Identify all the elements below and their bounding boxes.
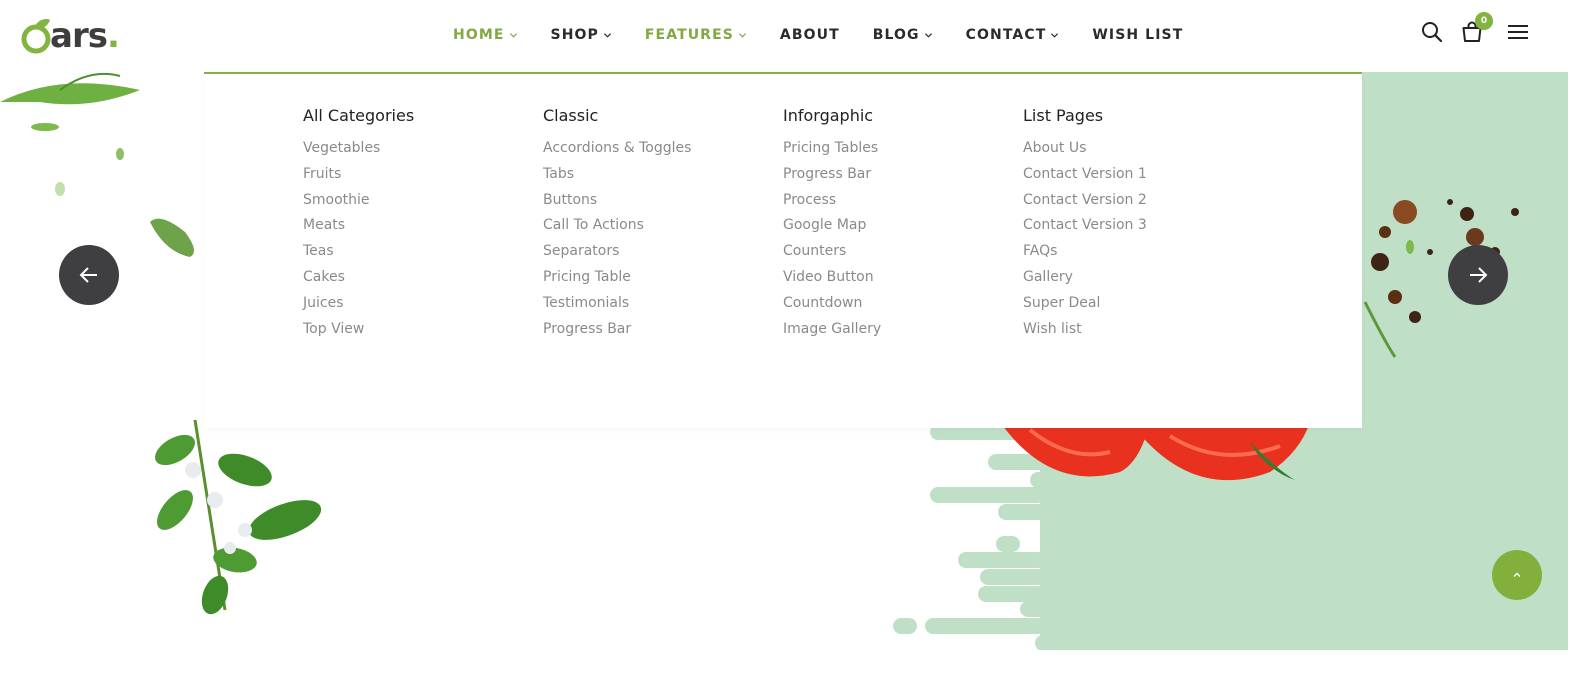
- chevron-down-icon: [603, 32, 611, 38]
- search-icon[interactable]: [1420, 20, 1444, 44]
- nav-about-label: ABOUT: [779, 27, 840, 43]
- nav-contact-label: CONTACT: [965, 27, 1047, 43]
- nav-features[interactable]: FEATURES: [645, 27, 747, 43]
- column-title: Classic: [543, 106, 599, 125]
- chevron-down-icon: [924, 32, 932, 38]
- menu-link[interactable]: Image Gallery: [783, 317, 1013, 343]
- menu-link[interactable]: Super Deal: [1023, 291, 1253, 317]
- menu-link[interactable]: Pricing Table: [543, 265, 773, 291]
- menu-link[interactable]: Buttons: [543, 188, 773, 214]
- decorative-streak: [1020, 601, 1090, 617]
- menu-link[interactable]: Wish list: [1023, 317, 1253, 343]
- site-header: ars . HOME SHOP FEATURES ABOUT BLOG CONT…: [0, 0, 1568, 72]
- menu-link[interactable]: Contact Version 3: [1023, 213, 1253, 239]
- menu-link[interactable]: Counters: [783, 239, 1013, 265]
- menu-link[interactable]: Gallery: [1023, 265, 1253, 291]
- menu-link[interactable]: Countdown: [783, 291, 1013, 317]
- shopping-bag-icon[interactable]: 0: [1460, 12, 1493, 44]
- hamburger-menu-icon[interactable]: [1506, 20, 1530, 44]
- menu-link[interactable]: Call To Actions: [543, 213, 773, 239]
- mega-column-all-categories: All Categories Vegetables Fruits Smoothi…: [303, 105, 533, 342]
- menu-link[interactable]: FAQs: [1023, 239, 1253, 265]
- slider-next-button[interactable]: [1448, 245, 1508, 305]
- menu-link[interactable]: Progress Bar: [543, 317, 773, 343]
- menu-link[interactable]: Smoothie: [303, 188, 533, 214]
- menu-link[interactable]: Video Button: [783, 265, 1013, 291]
- chevron-up-icon: [1513, 572, 1521, 577]
- menu-link[interactable]: Vegetables: [303, 136, 533, 162]
- mint-sprig-image: [155, 419, 322, 615]
- chevron-down-icon: [1051, 32, 1059, 38]
- nav-blog[interactable]: BLOG: [873, 27, 933, 43]
- mega-column-classic: Classic Accordions & Toggles Tabs Button…: [543, 105, 773, 342]
- nav-home-label: HOME: [453, 27, 505, 43]
- logo-text: ars: [50, 16, 108, 56]
- header-icons: 0: [1404, 12, 1530, 44]
- nav-about[interactable]: ABOUT: [780, 27, 840, 43]
- logo-dot: .: [106, 16, 120, 56]
- features-mega-menu: All Categories Vegetables Fruits Smoothi…: [204, 72, 1362, 428]
- mega-column-list-pages: List Pages About Us Contact Version 1 Co…: [1023, 105, 1253, 342]
- decorative-streak: [925, 618, 1057, 634]
- column-title: Inforgaphic: [783, 106, 874, 125]
- menu-link[interactable]: Meats: [303, 213, 533, 239]
- menu-link[interactable]: About Us: [1023, 136, 1253, 162]
- nav-wish-list[interactable]: WISH LIST: [1092, 27, 1183, 43]
- page-scrollbar[interactable]: [1568, 0, 1585, 693]
- menu-link[interactable]: Progress Bar: [783, 162, 1013, 188]
- menu-link[interactable]: Fruits: [303, 162, 533, 188]
- leaf-image: [0, 72, 194, 257]
- column-title: All Categories: [303, 106, 415, 125]
- column-title: List Pages: [1023, 106, 1104, 125]
- menu-link[interactable]: Teas: [303, 239, 533, 265]
- menu-link[interactable]: Testimonials: [543, 291, 773, 317]
- arrow-left-icon: [79, 267, 97, 283]
- menu-link[interactable]: Juices: [303, 291, 533, 317]
- logo-leaf-icon: [20, 16, 51, 56]
- menu-link[interactable]: Process: [783, 188, 1013, 214]
- chevron-down-icon: [509, 32, 517, 38]
- nav-shop-label: SHOP: [550, 27, 599, 43]
- menu-link[interactable]: Top View: [303, 317, 533, 343]
- nav-contact[interactable]: CONTACT: [966, 27, 1060, 43]
- cart-count-badge: 0: [1475, 12, 1493, 30]
- nav-home[interactable]: HOME: [453, 27, 518, 43]
- menu-link[interactable]: Pricing Tables: [783, 136, 1013, 162]
- logo[interactable]: ars .: [20, 12, 120, 56]
- decorative-streak: [978, 586, 1046, 602]
- menu-link[interactable]: Separators: [543, 239, 773, 265]
- arrow-right-icon: [1470, 267, 1488, 283]
- scroll-to-top-button[interactable]: [1492, 550, 1542, 600]
- nav-wish-list-label: WISH LIST: [1092, 27, 1184, 43]
- menu-link[interactable]: Contact Version 2: [1023, 188, 1253, 214]
- mega-column-inforgaphic: Inforgaphic Pricing Tables Progress Bar …: [783, 105, 1013, 342]
- nav-shop[interactable]: SHOP: [551, 27, 612, 43]
- main-nav: HOME SHOP FEATURES ABOUT BLOG CONTACT WI…: [453, 24, 1216, 46]
- decorative-streak: [893, 618, 917, 634]
- menu-link[interactable]: Accordions & Toggles: [543, 136, 773, 162]
- menu-link[interactable]: Cakes: [303, 265, 533, 291]
- menu-link[interactable]: Google Map: [783, 213, 1013, 239]
- nav-features-label: FEATURES: [644, 27, 734, 43]
- menu-link[interactable]: Tabs: [543, 162, 773, 188]
- chevron-down-icon: [738, 32, 746, 38]
- menu-link[interactable]: Contact Version 1: [1023, 162, 1253, 188]
- decorative-streak: [980, 569, 1046, 585]
- slider-prev-button[interactable]: [59, 245, 119, 305]
- decorative-streak: [1035, 635, 1055, 650]
- nav-blog-label: BLOG: [872, 27, 920, 43]
